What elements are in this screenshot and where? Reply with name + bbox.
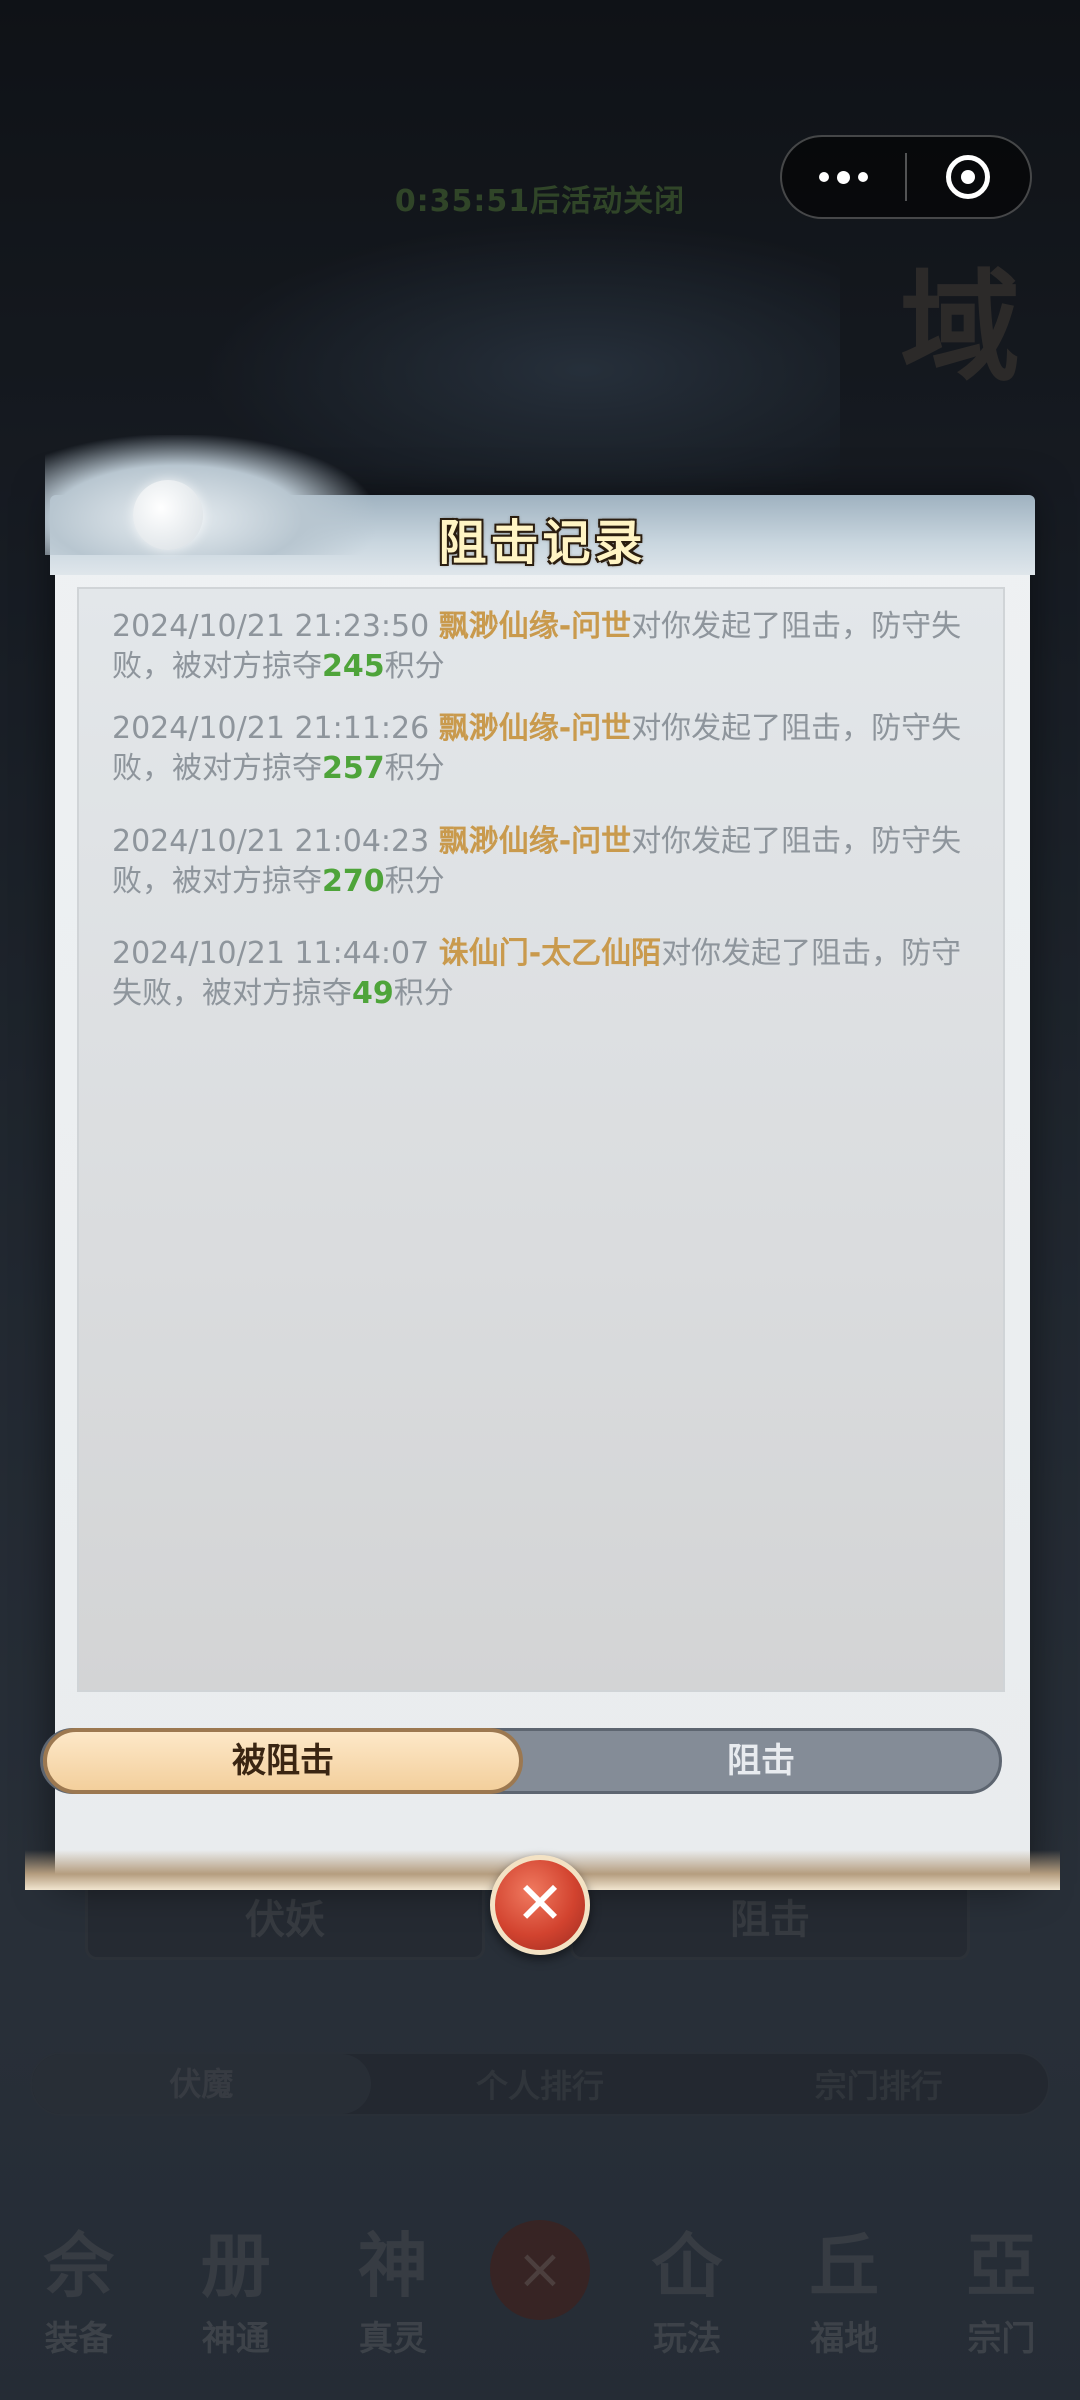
list-item: 2024/10/21 21:23:50 飘渺仙缘-问世对你发起了阻击，防守失败，… <box>112 607 982 687</box>
dialog-title: 阻击记录 <box>438 515 647 571</box>
list-item: 2024/10/21 21:11:26 飘渺仙缘-问世对你发起了阻击，防守失败，… <box>112 709 982 789</box>
points-unit: 积分 <box>393 976 454 1011</box>
miniprogram-capsule <box>780 135 1032 219</box>
attacker-name: 诛仙门-太乙仙陌 <box>438 936 662 971</box>
record-time: 2024/10/21 21:04:23 <box>112 824 430 859</box>
tab-block[interactable]: 阻击 <box>523 1731 999 1791</box>
record-time: 2024/10/21 21:23:50 <box>112 609 430 644</box>
points-unit: 积分 <box>384 751 445 786</box>
block-record-dialog: 阻击记录 2024/10/21 21:23:50 飘渺仙缘-问世对你发起了阻击，… <box>25 435 1060 1890</box>
list-item: 2024/10/21 11:44:07 诛仙门-太乙仙陌对你发起了阻击，防守失败… <box>112 934 982 1014</box>
list-item: 2024/10/21 21:04:23 飘渺仙缘-问世对你发起了阻击，防守失败，… <box>112 822 982 902</box>
points-value: 245 <box>322 649 385 684</box>
record-time: 2024/10/21 11:44:07 <box>112 936 430 971</box>
record-list[interactable]: 2024/10/21 21:23:50 飘渺仙缘-问世对你发起了阻击，防守失败，… <box>77 587 1005 1692</box>
close-icon: ✕ <box>515 1869 565 1937</box>
points-value: 270 <box>322 864 385 899</box>
points-value: 257 <box>322 751 385 786</box>
attacker-name: 飘渺仙缘-问世 <box>438 711 632 746</box>
attacker-name: 飘渺仙缘-问世 <box>438 824 632 859</box>
attacker-name: 飘渺仙缘-问世 <box>438 609 632 644</box>
points-unit: 积分 <box>384 649 445 684</box>
points-unit: 积分 <box>384 864 445 899</box>
close-button[interactable]: ✕ <box>490 1855 590 1955</box>
record-tabs: 被阻击 阻击 <box>40 1728 1002 1794</box>
record-time: 2024/10/21 21:11:26 <box>112 711 430 746</box>
exit-circle-icon[interactable] <box>907 137 1030 217</box>
more-dots-icon[interactable] <box>782 137 905 217</box>
points-value: 49 <box>352 976 394 1011</box>
tab-blocked[interactable]: 被阻击 <box>43 1728 523 1794</box>
